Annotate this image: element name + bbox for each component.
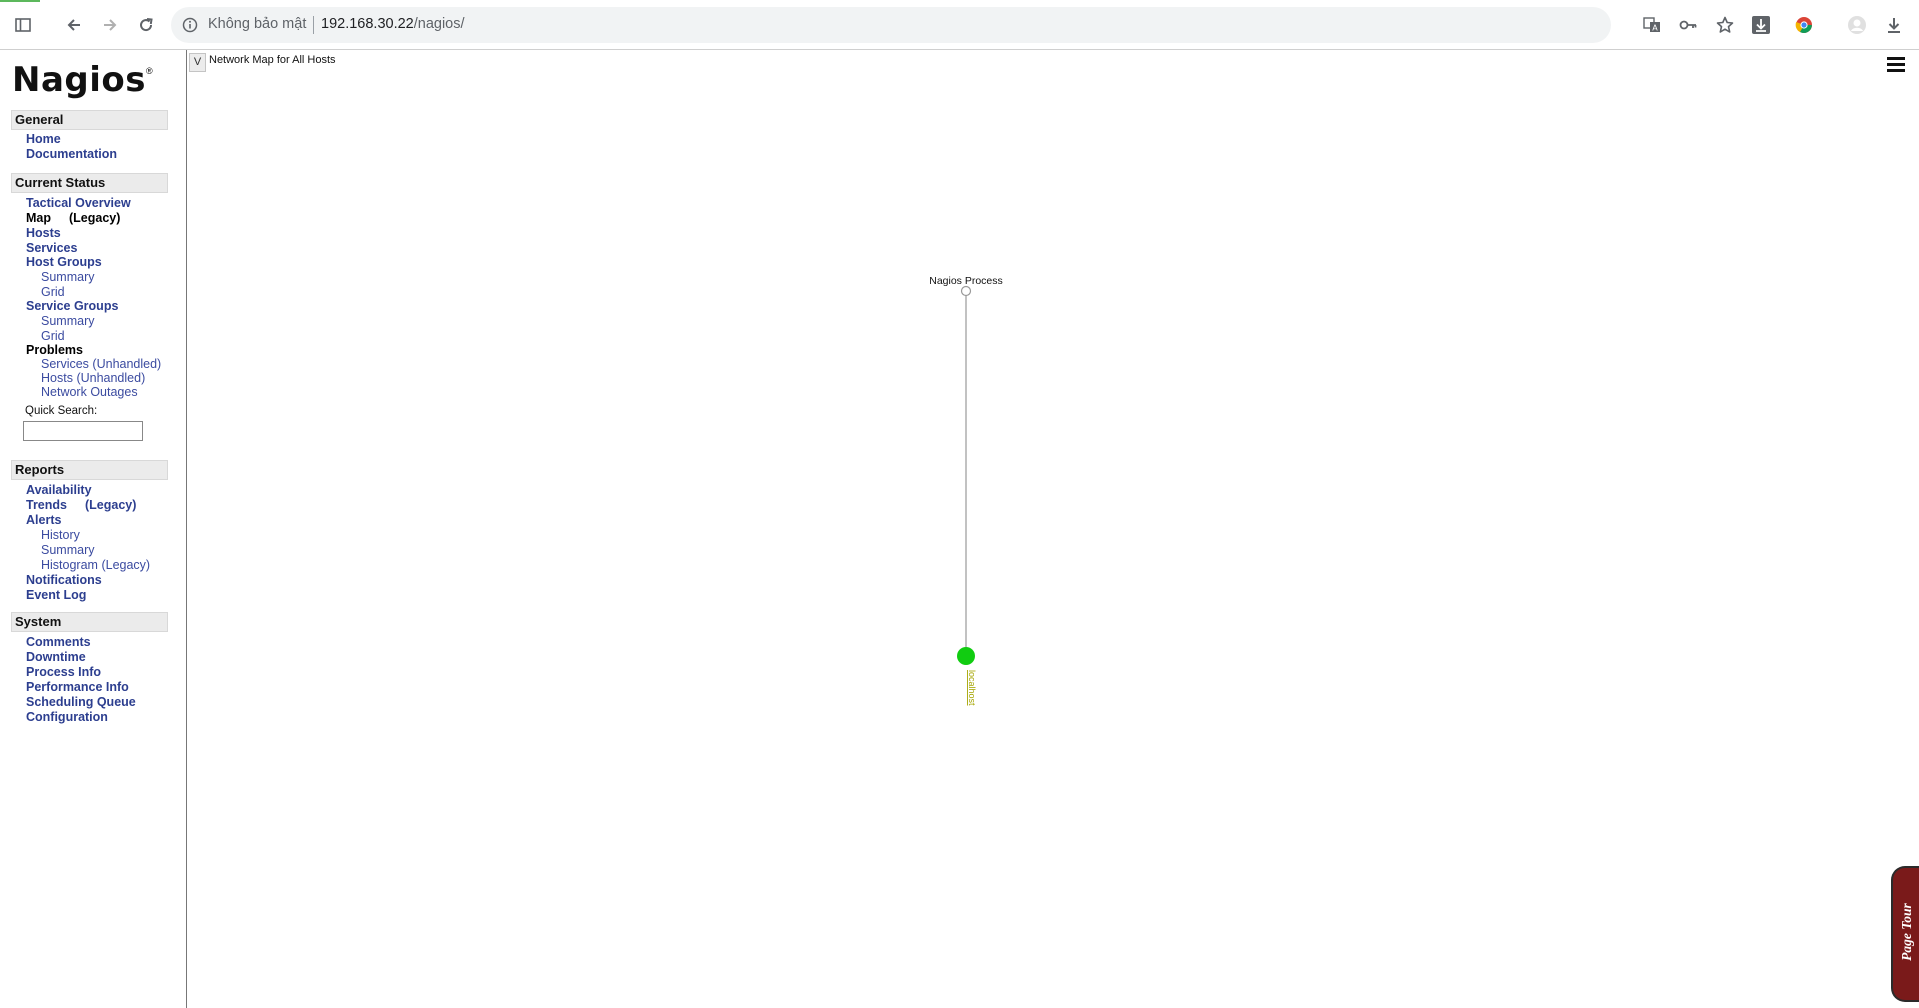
nav-section-current-status: Current Status bbox=[11, 173, 168, 193]
nav-documentation[interactable]: Documentation bbox=[26, 147, 117, 161]
omnibox-divider bbox=[313, 16, 314, 34]
nav-network-outages[interactable]: Network Outages bbox=[41, 385, 138, 399]
network-map-canvas[interactable]: Nagios Process localhost bbox=[187, 50, 1919, 1008]
section-heading-current-status: Current Status bbox=[11, 173, 168, 193]
section-heading-general: General bbox=[11, 110, 168, 130]
nav-configuration[interactable]: Configuration bbox=[26, 710, 108, 724]
section-heading-reports: Reports bbox=[11, 460, 168, 480]
svg-text:A: A bbox=[1652, 24, 1658, 33]
nav-availability[interactable]: Availability bbox=[26, 483, 92, 497]
nav-service-groups-grid[interactable]: Grid bbox=[41, 329, 65, 343]
security-label[interactable]: Không bảo mật bbox=[208, 16, 306, 32]
nav-alerts-summary[interactable]: Summary bbox=[41, 543, 94, 557]
nav-service-groups[interactable]: Service Groups bbox=[26, 299, 118, 313]
nav-downtime[interactable]: Downtime bbox=[26, 650, 86, 664]
download-icon[interactable] bbox=[1880, 11, 1908, 39]
profile-icon[interactable] bbox=[1843, 11, 1871, 39]
nagios-sidebar: Nagios® General Home Documentation Curre… bbox=[0, 50, 187, 1008]
root-node-label: Nagios Process bbox=[929, 275, 1003, 287]
nav-comments[interactable]: Comments bbox=[26, 635, 91, 649]
nav-tactical-overview[interactable]: Tactical Overview bbox=[26, 196, 131, 210]
loading-indicator bbox=[0, 0, 40, 2]
logo-text: Nagios bbox=[12, 60, 146, 100]
address-bar[interactable]: Không bảo mật 192.168.30.22/nagios/ bbox=[171, 7, 1611, 43]
reload-icon[interactable] bbox=[132, 11, 160, 39]
nav-section-system: System bbox=[11, 612, 168, 632]
nav-services[interactable]: Services bbox=[26, 241, 77, 255]
nav-trends-legacy[interactable]: (Legacy) bbox=[85, 498, 136, 512]
nav-event-log[interactable]: Event Log bbox=[26, 588, 86, 602]
root-node-marker[interactable] bbox=[960, 285, 972, 297]
chrome-ext-icon[interactable] bbox=[1790, 11, 1818, 39]
host-status-dot[interactable] bbox=[957, 647, 975, 665]
url-text[interactable]: 192.168.30.22/nagios/ bbox=[321, 16, 465, 32]
nav-problems-services-unhandled[interactable]: (Unhandled) bbox=[92, 357, 161, 371]
nav-problems-hosts[interactable]: Hosts bbox=[41, 371, 73, 385]
star-icon[interactable] bbox=[1711, 11, 1739, 39]
nav-trends[interactable]: Trends bbox=[26, 498, 67, 512]
url-host: 192.168.30.22 bbox=[321, 16, 414, 32]
browser-toolbar: Không bảo mật 192.168.30.22/nagios/ A bbox=[0, 0, 1919, 50]
key-icon[interactable] bbox=[1674, 11, 1702, 39]
nagios-logo[interactable]: Nagios® bbox=[12, 60, 153, 106]
translate-icon[interactable]: A bbox=[1638, 11, 1666, 39]
nav-problems-services[interactable]: Services bbox=[41, 357, 89, 371]
nav-process-info[interactable]: Process Info bbox=[26, 665, 101, 679]
forward-icon[interactable] bbox=[96, 11, 124, 39]
nav-scheduling-queue[interactable]: Scheduling Queue bbox=[26, 695, 136, 709]
network-map-panel: V Network Map for All Hosts Nagios Proce… bbox=[187, 50, 1919, 1008]
section-heading-system: System bbox=[11, 612, 168, 632]
quick-search-label: Quick Search: bbox=[25, 405, 98, 417]
nav-alerts-history[interactable]: History bbox=[41, 528, 80, 542]
quick-search-input[interactable] bbox=[23, 421, 143, 441]
page-tour-label: Page Tour bbox=[1899, 903, 1914, 961]
back-icon[interactable] bbox=[60, 11, 88, 39]
nav-map-legacy[interactable]: (Legacy) bbox=[69, 211, 120, 225]
nav-performance-info[interactable]: Performance Info bbox=[26, 680, 129, 694]
nav-notifications[interactable]: Notifications bbox=[26, 573, 102, 587]
nav-problems-hosts-unhandled[interactable]: (Unhandled) bbox=[76, 371, 145, 385]
nav-alerts-histogram[interactable]: Histogram bbox=[41, 558, 98, 572]
nav-section-reports: Reports bbox=[11, 460, 168, 480]
tab-search-icon[interactable] bbox=[9, 11, 37, 39]
download-ext-icon[interactable] bbox=[1747, 11, 1775, 39]
url-path: /nagios/ bbox=[413, 16, 465, 32]
info-icon[interactable] bbox=[181, 16, 199, 34]
nav-host-groups-grid[interactable]: Grid bbox=[41, 285, 65, 299]
nav-host-groups-summary[interactable]: Summary bbox=[41, 270, 94, 284]
host-node-label[interactable]: localhost bbox=[967, 670, 977, 706]
nav-home[interactable]: Home bbox=[26, 132, 61, 146]
nav-service-groups-summary[interactable]: Summary bbox=[41, 314, 94, 328]
nav-section-general: General bbox=[11, 110, 168, 130]
nav-alerts-histogram-legacy[interactable]: (Legacy) bbox=[101, 558, 150, 572]
page-tour-tab[interactable]: Page Tour bbox=[1891, 866, 1919, 1002]
logo-mark: ® bbox=[146, 66, 153, 76]
nav-alerts[interactable]: Alerts bbox=[26, 513, 61, 527]
nav-hosts[interactable]: Hosts bbox=[26, 226, 61, 240]
nav-problems[interactable]: Problems bbox=[26, 343, 83, 357]
nav-host-groups[interactable]: Host Groups bbox=[26, 255, 102, 269]
nav-map[interactable]: Map bbox=[26, 211, 51, 225]
